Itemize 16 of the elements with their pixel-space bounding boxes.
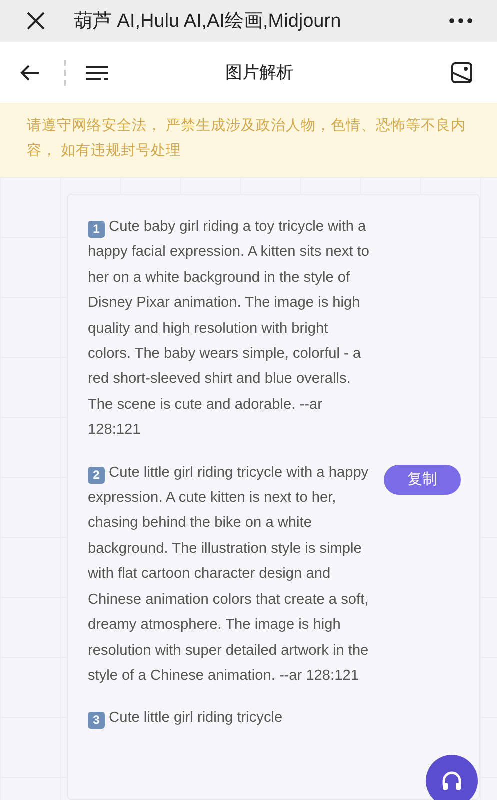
image-icon[interactable]	[451, 62, 473, 84]
window-title: 葫芦 AI,Hulu AI,AI绘画,Midjourn	[74, 10, 342, 34]
close-icon[interactable]	[26, 11, 46, 31]
headphones-icon	[441, 771, 463, 791]
prompt-text: 1 Cute baby girl riding a toy tricycle with a happy facial expression. A kitten sits next to her on a white background in the style of Disney Pixar animation. The image is high quality and high resolution with bright colors. The baby wears simple, colorful - a red short-sleeved shirt and blue overalls. The scene is cute and adorable. --ar 128:121	[88, 218, 370, 440]
number-badge: 3	[88, 712, 105, 730]
notice-text: 请遵守网络安全法， 严禁生成涉及政治人物，色情、恐怖等不良内容， 如有违规封号处理	[27, 118, 466, 159]
copy-button[interactable]: 复制	[384, 464, 461, 495]
more-icon[interactable]	[449, 18, 473, 24]
prompt-text: 2 Cute little girl riding tricycle with a happy expression. A cute kitten is next to her, chasing behind the bike on a white background. The illustration style is simple with flat cartoon character design and Chinese animation colors that create a soft, dreamy atmosphere. The image is high resolution with super detailed artwork in the style of a Chinese animation. --ar 128:121	[88, 464, 370, 686]
number-badge: 1	[88, 221, 105, 238]
page-title: 图片解析	[224, 62, 294, 84]
number-badge: 2	[88, 466, 105, 484]
prompt-text: 3 Cute little girl riding tricycle	[88, 706, 373, 732]
back-icon[interactable]	[20, 64, 40, 80]
menu-icon[interactable]	[86, 66, 108, 80]
